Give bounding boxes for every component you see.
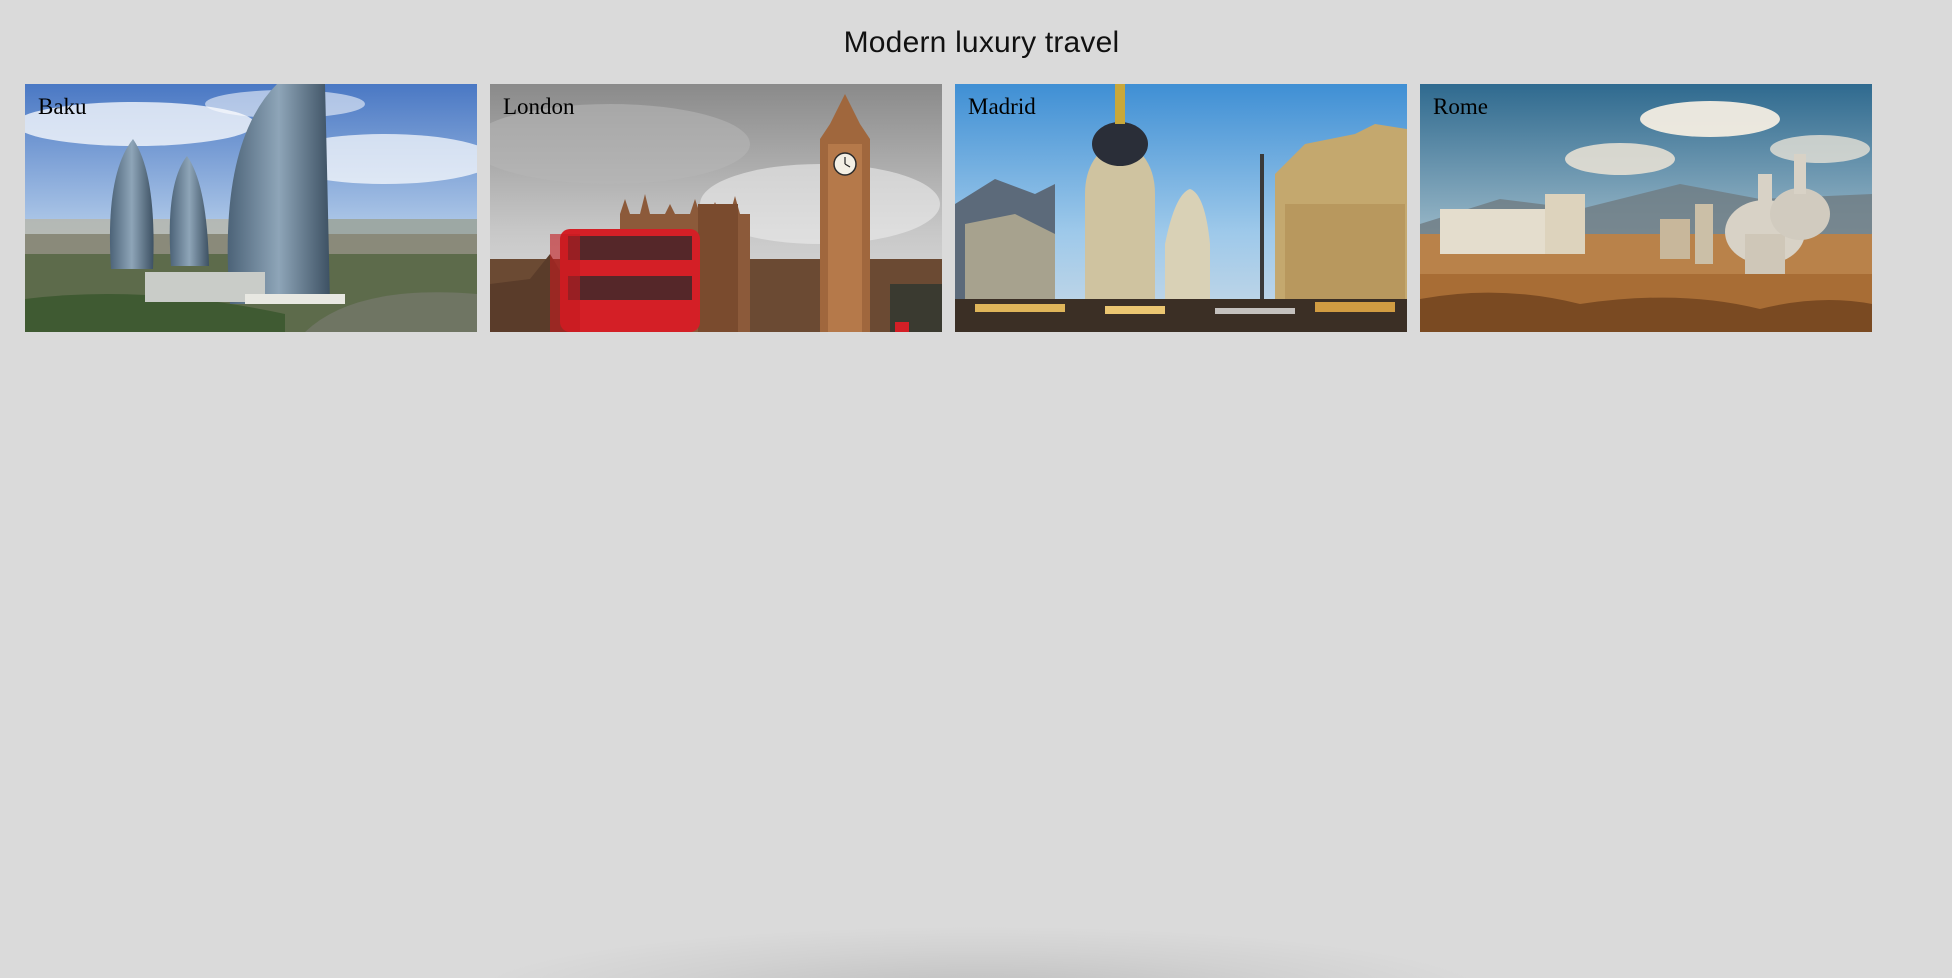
- destination-label: Baku: [38, 94, 87, 119]
- madrid-photo: [955, 84, 1407, 332]
- destination-card-rome[interactable]: Rome: [1420, 84, 1872, 332]
- window-bottom-shadow: [460, 925, 1500, 978]
- rome-photo: [1420, 84, 1872, 332]
- destination-label: Madrid: [968, 94, 1036, 119]
- london-photo: [490, 84, 942, 332]
- page-title: Modern luxury travel: [843, 26, 1120, 59]
- destination-card-london[interactable]: London: [490, 84, 942, 332]
- destination-label: London: [503, 94, 575, 119]
- baku-photo: [25, 84, 477, 332]
- destination-card-madrid[interactable]: Madrid: [955, 84, 1407, 332]
- destination-gallery: Baku London Madrid Rome: [25, 84, 1875, 332]
- destination-label: Rome: [1433, 94, 1488, 119]
- destination-card-baku[interactable]: Baku: [25, 84, 477, 332]
